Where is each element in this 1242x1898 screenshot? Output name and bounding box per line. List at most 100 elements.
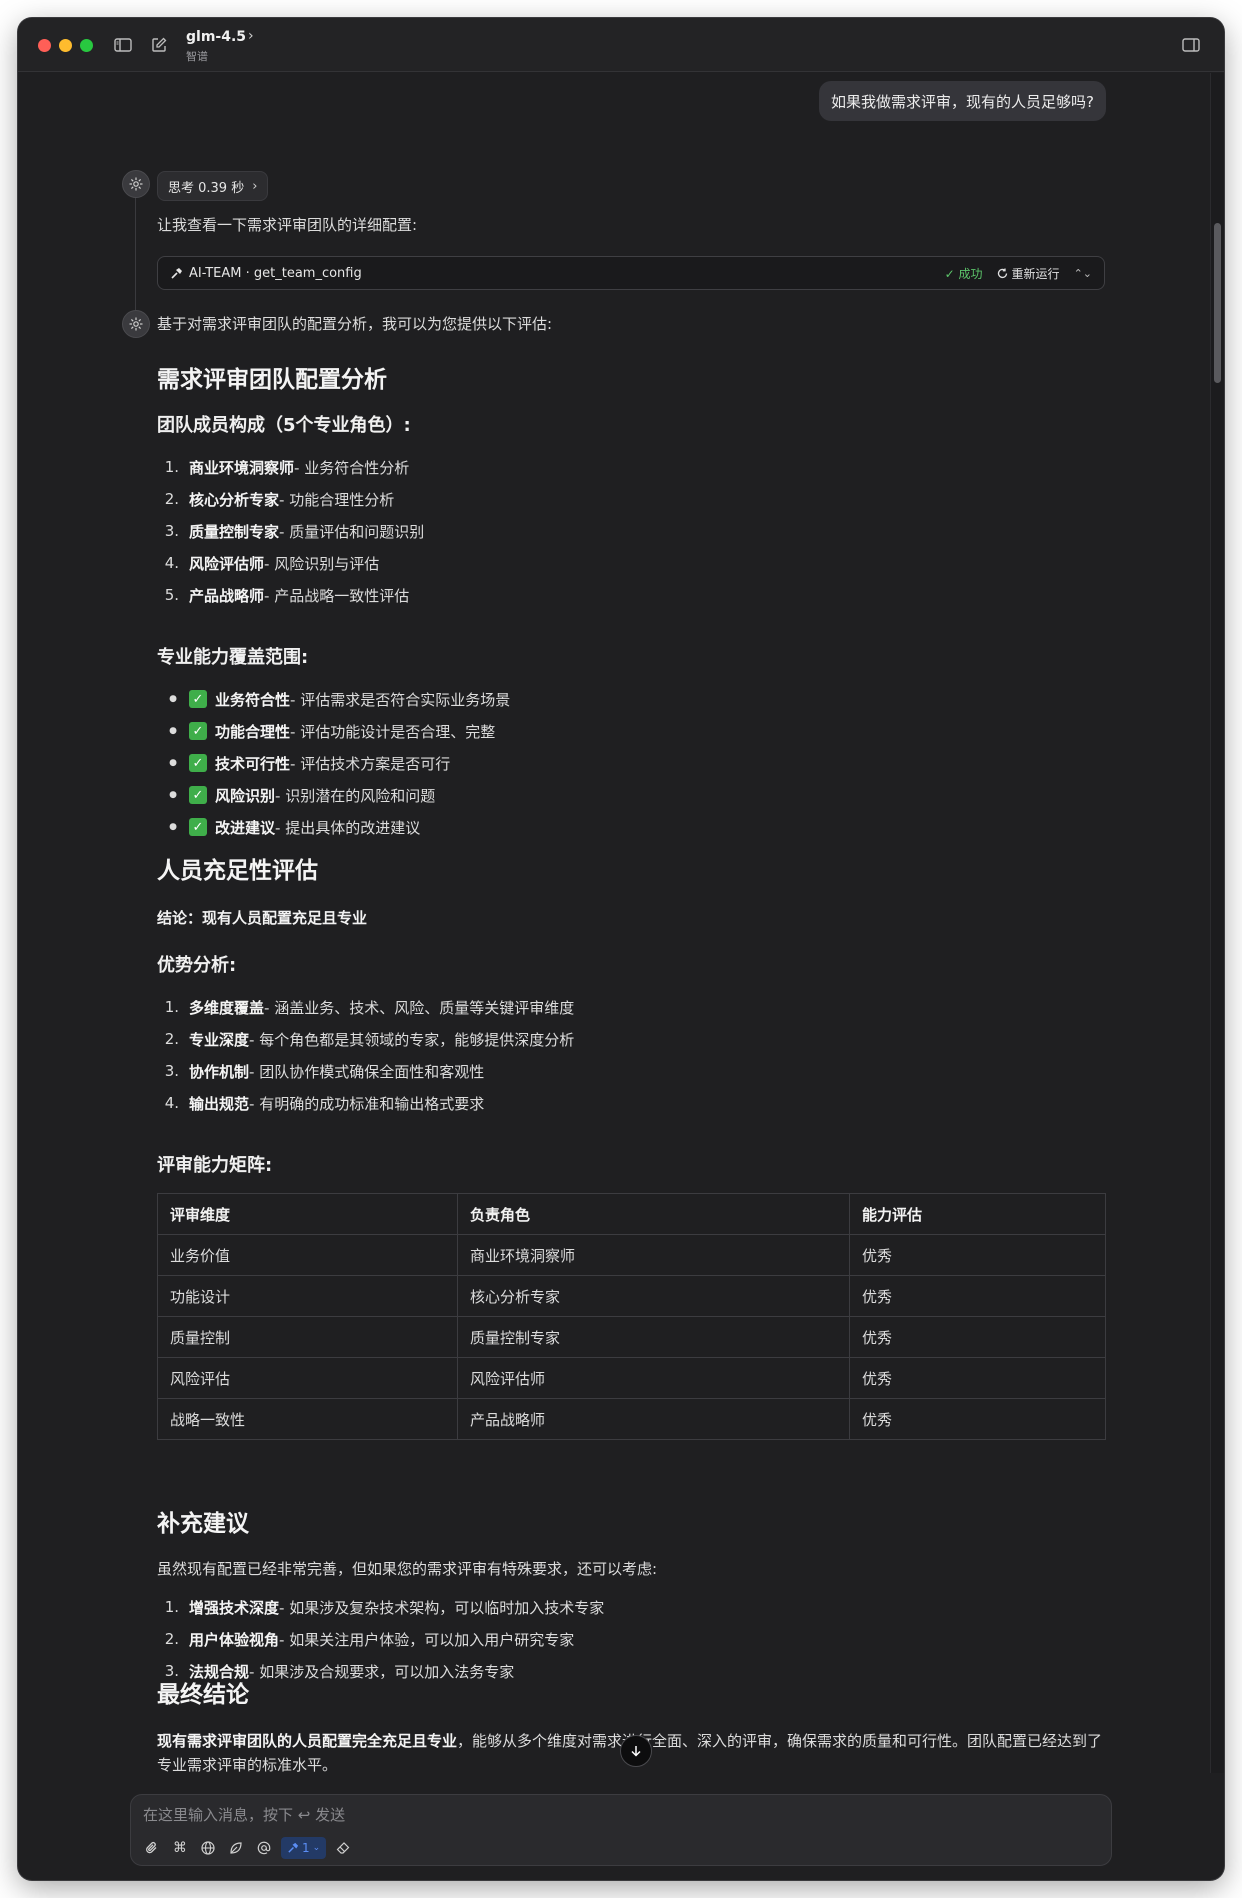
paperclip-icon[interactable] (141, 1837, 163, 1859)
tool-call-card[interactable]: AI-TEAM · get_team_config ✓ 成功 重新运行 ⌃⌄ (157, 256, 1105, 290)
table-cell: 优秀 (849, 1357, 1106, 1399)
scrollbar-thumb[interactable] (1214, 223, 1221, 383)
column-header: 评审维度 (157, 1193, 458, 1235)
check-icon: ✓ (189, 786, 207, 804)
list-item: 4. 风险评估师 - 风险识别与评估 (164, 554, 380, 573)
table-row: 业务价值 商业环境洞察师 优秀 (157, 1234, 1106, 1276)
globe-icon[interactable] (197, 1837, 219, 1859)
hammer-icon (171, 267, 182, 279)
chevron-down-icon: ⌄ (312, 1843, 321, 1853)
column-header: 能力评估 (849, 1193, 1106, 1235)
rerun-button[interactable]: 重新运行 (997, 265, 1060, 282)
tools-count: 1 (302, 1841, 310, 1855)
list-item: ● ✓ 改进建议 - 提出具体的改进建议 (169, 818, 421, 837)
conclusion-text: 结论：现有人员配置充足且专业 (157, 909, 368, 927)
table-cell: 优秀 (849, 1234, 1106, 1276)
command-icon[interactable]: ⌘ (169, 1837, 191, 1859)
section-title: 人员充足性评估 (157, 858, 318, 884)
list-item: ● ✓ 风险识别 - 识别潜在的风险和问题 (169, 786, 436, 805)
rerun-label: 重新运行 (1011, 266, 1060, 281)
eraser-icon[interactable] (332, 1837, 354, 1859)
new-chat-icon[interactable] (146, 32, 172, 58)
chevron-right-icon[interactable]: › (248, 28, 254, 44)
sidebar-toggle-icon[interactable] (110, 32, 136, 58)
members-list: 1. 商业环境洞察师 - 业务符合性分析 2. 核心分析专家 - 功能合理性分析 3… (157, 451, 425, 611)
check-icon: ✓ (189, 754, 207, 772)
chat-transcript: 如果我做需求评审，现有的人员足够吗? 思考 0.39 秒 › 让我查看一下需求评… (18, 73, 1224, 1773)
subsection-title: 团队成员构成（5个专业角色）: (157, 415, 411, 436)
thinking-label: 思考 0.39 秒 (168, 180, 245, 196)
section-title: 最终结论 (157, 1682, 249, 1708)
table-cell: 产品战略师 (457, 1398, 850, 1440)
tool-call-name: AI-TEAM · get_team_config (189, 265, 362, 281)
list-item: 2. 核心分析专家 - 功能合理性分析 (164, 490, 395, 509)
message-composer: ⌘ 1 ⌄ (130, 1794, 1112, 1866)
at-icon[interactable] (253, 1837, 275, 1859)
coverage-list: ● ✓ 业务符合性 - 评估需求是否符合实际业务场景 ● ✓ 功能合理性 - 评估功能设… (157, 683, 510, 843)
table-cell: 风险评估师 (457, 1357, 850, 1399)
subsection-title: 评审能力矩阵: (157, 1155, 273, 1176)
table-header-row: 评审维度 负责角色 能力评估 (157, 1193, 1106, 1235)
list-item: 1. 增强技术深度 - 如果涉及复杂技术架构，可以临时加入技术专家 (164, 1598, 605, 1617)
table-cell: 风险评估 (157, 1357, 458, 1399)
section-title: 需求评审团队配置分析 (157, 367, 387, 393)
thinking-toggle[interactable]: 思考 0.39 秒 › (157, 171, 269, 201)
table-cell: 业务价值 (157, 1234, 458, 1276)
list-item: 2. 用户体验视角 - 如果关注用户体验，可以加入用户研究专家 (164, 1630, 575, 1649)
table-cell: 战略一致性 (157, 1398, 458, 1440)
chevron-right-icon: › (252, 178, 258, 194)
check-icon: ✓ (189, 818, 207, 836)
assistant-lead: 基于对需求评审团队的配置分析，我可以为您提供以下评估: (157, 315, 553, 333)
table-row: 战略一致性 产品战略师 优秀 (157, 1398, 1106, 1440)
assistant-avatar-icon (122, 170, 150, 198)
user-message: 如果我做需求评审，现有的人员足够吗? (819, 81, 1106, 121)
leaf-icon[interactable] (225, 1837, 247, 1859)
list-item: 5. 产品战略师 - 产品战略一致性评估 (164, 586, 410, 605)
table-cell: 商业环境洞察师 (457, 1234, 850, 1276)
scroll-to-bottom-button[interactable] (620, 1735, 652, 1767)
close-window-button[interactable] (38, 39, 51, 52)
table-cell: 优秀 (849, 1316, 1106, 1358)
model-provider: 智谱 (186, 50, 208, 63)
table-cell: 核心分析专家 (457, 1275, 850, 1317)
expand-toggle-icon[interactable]: ⌃⌄ (1074, 267, 1092, 280)
final-conclusion-bold: 现有需求评审团队的人员配置完全充足且专业 (157, 1732, 458, 1750)
hammer-icon (288, 1842, 299, 1853)
assistant-avatar-icon (122, 310, 150, 338)
list-item: 2. 专业深度 - 每个角色都是其领域的专家，能够提供深度分析 (164, 1030, 575, 1049)
window-controls (38, 39, 93, 52)
check-icon: ✓ (189, 690, 207, 708)
arrow-down-icon (631, 1746, 641, 1757)
tool-status-badge: ✓ 成功 (944, 266, 983, 281)
list-item: ● ✓ 功能合理性 - 评估功能设计是否合理、完整 (169, 722, 496, 741)
composer-toolbar: ⌘ 1 ⌄ (141, 1837, 354, 1859)
list-item: 1. 商业环境洞察师 - 业务符合性分析 (164, 458, 410, 477)
zoom-window-button[interactable] (80, 39, 93, 52)
table-row: 功能设计 核心分析专家 优秀 (157, 1275, 1106, 1317)
title-bar: glm-4.5 › 智谱 (18, 18, 1224, 72)
check-icon: ✓ (189, 722, 207, 740)
table-row: 风险评估 风险评估师 优秀 (157, 1357, 1106, 1399)
advantages-list: 1. 多维度覆盖 - 涵盖业务、技术、风险、质量等关键评审维度 2. 专业深度 - … (157, 991, 575, 1119)
refresh-icon (997, 268, 1007, 278)
scrollbar[interactable] (1210, 73, 1224, 1773)
list-item: 3. 协作机制 - 团队协作模式确保全面性和客观性 (164, 1062, 485, 1081)
suggestion-intro: 虽然现有配置已经非常完善，但如果您的需求评审有特殊要求，还可以考虑: (157, 1560, 658, 1578)
assistant-intro: 让我查看一下需求评审团队的详细配置: (157, 216, 418, 234)
list-item: ● ✓ 业务符合性 - 评估需求是否符合实际业务场景 (169, 690, 511, 709)
capability-matrix-table: 评审维度 负责角色 能力评估 业务价值 商业环境洞察师 优秀 功能设计 核心分析专家优… (157, 1193, 1106, 1440)
table-cell: 优秀 (849, 1275, 1106, 1317)
list-item: 1. 多维度覆盖 - 涵盖业务、技术、风险、质量等关键评审维度 (164, 998, 575, 1017)
tools-selector[interactable]: 1 ⌄ (281, 1837, 327, 1859)
list-item: ● ✓ 技术可行性 - 评估技术方案是否可行 (169, 754, 451, 773)
right-panel-toggle-icon[interactable] (1178, 32, 1204, 58)
table-cell: 质量控制专家 (457, 1316, 850, 1358)
app-window: glm-4.5 › 智谱 如果我做需求评审，现有的人员足够吗? 思考 0.39 … (18, 18, 1224, 1880)
subsection-title: 专业能力覆盖范围: (157, 647, 309, 668)
column-header: 负责角色 (457, 1193, 850, 1235)
message-input[interactable] (143, 1803, 1083, 1827)
model-name[interactable]: glm-4.5 (186, 29, 246, 45)
suggestions-list: 1. 增强技术深度 - 如果涉及复杂技术架构，可以临时加入技术专家 2. 用户体验视… (157, 1591, 605, 1687)
minimize-window-button[interactable] (59, 39, 72, 52)
list-item: 3. 质量控制专家 - 质量评估和问题识别 (164, 522, 425, 541)
